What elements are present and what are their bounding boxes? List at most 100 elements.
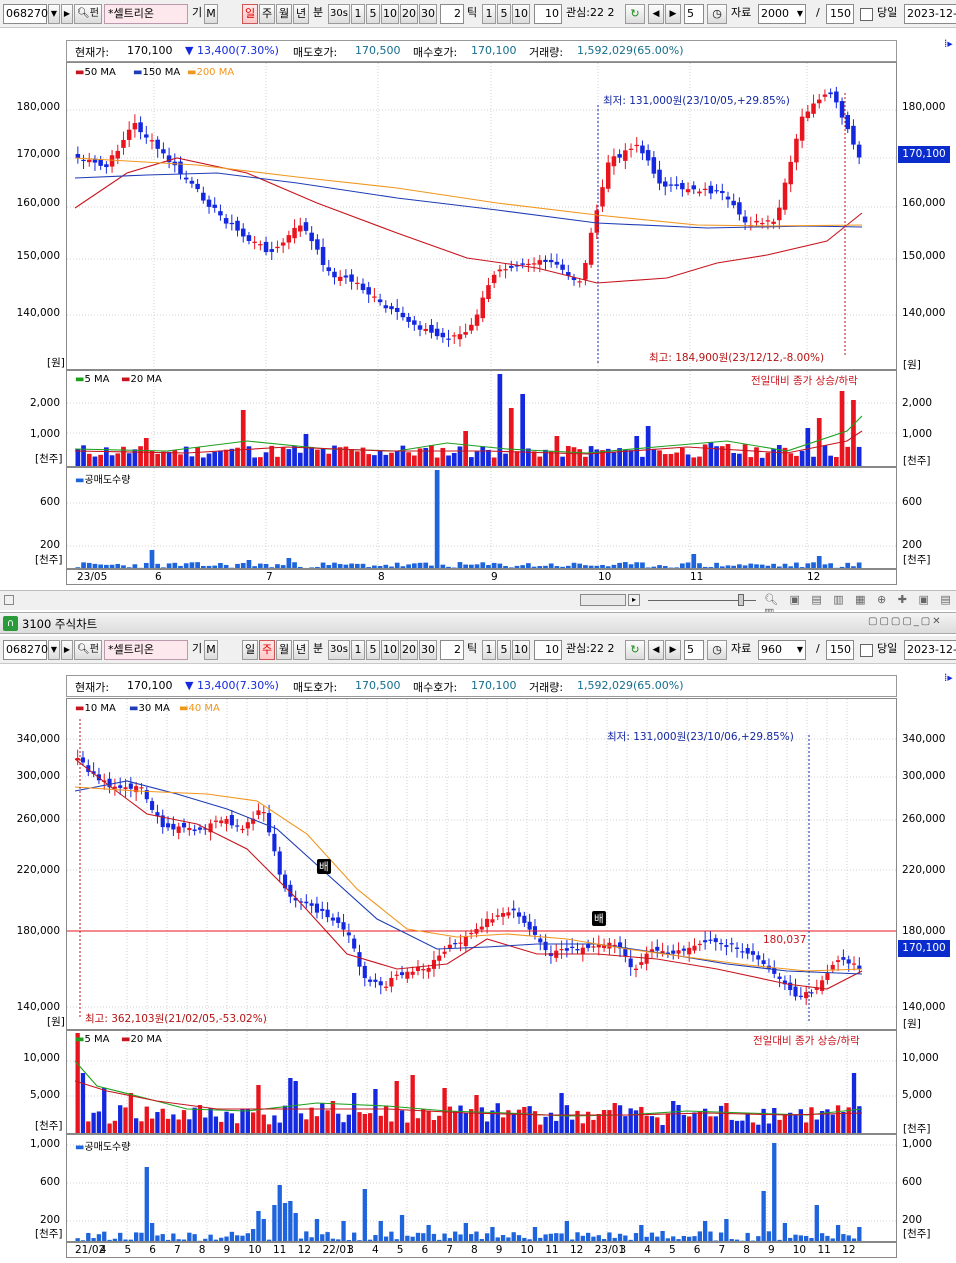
code-dropdown-button[interactable]: ▼ xyxy=(48,4,60,24)
stock-name-field-2[interactable]: *셀트리온 xyxy=(104,640,188,660)
wc-candle-104 xyxy=(628,958,633,968)
ds-bar-82 xyxy=(543,565,548,568)
count-input-2[interactable]: 150 xyxy=(826,640,854,660)
interval-10-2[interactable]: 10 xyxy=(381,640,399,660)
ds-bar-91 xyxy=(594,565,600,568)
dc-candle-121 xyxy=(765,220,771,222)
dv-bar-117 xyxy=(742,444,748,466)
window-controls[interactable]: ▢▢▢▢_▢✕ xyxy=(868,616,943,627)
dc-candle-69 xyxy=(469,324,474,331)
refresh-icon[interactable]: ↻ xyxy=(625,4,645,24)
period-day[interactable]: 일 xyxy=(242,4,258,24)
x-tick-label: 10 xyxy=(520,1244,534,1256)
search-button-2[interactable]: 🔍︎펀 xyxy=(74,640,102,660)
interval-5-2[interactable]: 5 xyxy=(366,640,380,660)
num-input[interactable]: 5 xyxy=(684,4,704,24)
tick-input-2[interactable]: 10 xyxy=(534,4,562,24)
zoom-slider[interactable] xyxy=(738,594,744,606)
period-year-2[interactable]: 년 xyxy=(293,640,309,660)
tick-1[interactable]: 1 xyxy=(482,4,496,24)
period-minute-2[interactable]: 분 xyxy=(312,640,324,660)
clock-icon-2[interactable]: ◷ xyxy=(707,640,727,660)
ws-bar-97 xyxy=(591,1236,596,1241)
search-button[interactable]: 🔍︎펀 xyxy=(74,4,102,24)
interval-5[interactable]: 5 xyxy=(366,4,380,24)
wc-candle-131 xyxy=(772,967,777,974)
scroll-thumb[interactable] xyxy=(580,594,626,606)
period-year[interactable]: 년 xyxy=(293,4,309,24)
next-arrow-icon[interactable]: ▶ xyxy=(665,4,681,24)
refresh-icon-2[interactable]: ↻ xyxy=(625,640,645,660)
period-day-2[interactable]: 일 xyxy=(242,640,258,660)
wc-candle-117 xyxy=(697,943,702,946)
period-week-2[interactable]: 주 xyxy=(259,640,275,660)
prev-arrow-icon[interactable]: ◀ xyxy=(648,4,664,24)
daily-candles-svg xyxy=(67,63,896,369)
interval-30s-2[interactable]: 30s xyxy=(328,640,350,660)
next-button-2[interactable]: ▶ xyxy=(61,640,73,660)
interval-30-2[interactable]: 30 xyxy=(419,640,437,660)
w-sunit-left: [천주] xyxy=(35,1228,63,1240)
ds-bar-134 xyxy=(839,566,845,568)
today-checkbox[interactable] xyxy=(860,8,873,21)
interval-30s[interactable]: 30s xyxy=(328,4,350,24)
next-button[interactable]: ▶ xyxy=(61,4,73,24)
wv-bar-82 xyxy=(511,1113,516,1133)
stock-code-input[interactable]: 068270 xyxy=(3,4,48,24)
dv-bar-53 xyxy=(377,450,383,466)
tick-5[interactable]: 5 xyxy=(497,4,511,24)
ws-bar-137 xyxy=(804,1235,809,1241)
ws-bar-39 xyxy=(282,1203,288,1241)
date-input[interactable]: 2023-12- xyxy=(904,4,956,24)
dc-candle-85 xyxy=(560,264,565,270)
next-arrow-icon-2[interactable]: ▶ xyxy=(665,640,681,660)
date-input-2[interactable]: 2023-12- xyxy=(904,640,956,660)
dv-bar-52 xyxy=(372,455,377,466)
interval-10[interactable]: 10 xyxy=(381,4,399,24)
prev-arrow-icon-2[interactable]: ◀ xyxy=(648,640,664,660)
dv-bar-14 xyxy=(155,453,161,466)
expand-icon-2[interactable]: ⁞▸ xyxy=(944,672,953,684)
dv-bar-74 xyxy=(497,374,503,466)
d-vunit-right: [천주] xyxy=(903,455,931,467)
stock-code-input-2[interactable]: 068270 xyxy=(3,640,48,660)
tick-input[interactable]: 2 xyxy=(440,4,464,24)
wc-candle-138 xyxy=(809,992,814,994)
expand-icon[interactable]: ⁞▸ xyxy=(944,38,953,50)
dv-bar-21 xyxy=(195,447,200,466)
data-count-select-2[interactable]: 960 ▼ xyxy=(758,640,806,660)
wv-bar-3 xyxy=(91,1112,96,1133)
tick-input-b[interactable]: 2 xyxy=(440,640,464,660)
tick-10-b[interactable]: 10 xyxy=(512,640,530,660)
stock-name-field[interactable]: *셀트리온 xyxy=(104,4,188,24)
interval-20-2[interactable]: 20 xyxy=(400,640,418,660)
tick-input-b2[interactable]: 10 xyxy=(534,640,562,660)
period-week[interactable]: 주 xyxy=(259,4,275,24)
interval-20[interactable]: 20 xyxy=(400,4,418,24)
tick-5-b[interactable]: 5 xyxy=(497,640,511,660)
m-button[interactable]: M xyxy=(204,4,218,24)
dv-bar-85 xyxy=(560,456,565,466)
wc-candle-56 xyxy=(373,979,378,982)
data-count-select[interactable]: 2000 ▼ xyxy=(758,4,806,24)
count-input[interactable]: 150 xyxy=(826,4,854,24)
code-dropdown-button-2[interactable]: ▼ xyxy=(48,640,60,660)
ws-bar-49 xyxy=(336,1239,341,1241)
daily-price-panel: ▬50 MA ▬150 MA ▬200 MA 최저: 131,000원(23/1… xyxy=(66,62,897,370)
scroll-right-icon[interactable]: ▸ xyxy=(628,594,640,606)
interval-30[interactable]: 30 xyxy=(419,4,437,24)
num-input-2[interactable]: 5 xyxy=(684,640,704,660)
tick-10[interactable]: 10 xyxy=(512,4,530,24)
period-month[interactable]: 월 xyxy=(276,4,292,24)
today-checkbox-2[interactable] xyxy=(860,644,873,657)
toggle-icon[interactable] xyxy=(4,595,14,605)
period-month-2[interactable]: 월 xyxy=(276,640,292,660)
period-minute[interactable]: 분 xyxy=(312,4,324,24)
interval-1-2[interactable]: 1 xyxy=(351,640,365,660)
interval-1[interactable]: 1 xyxy=(351,4,365,24)
clock-icon[interactable]: ◷ xyxy=(707,4,727,24)
dc-candle-59 xyxy=(412,320,417,325)
ds-bar-117 xyxy=(742,565,748,568)
m-button-2[interactable]: M xyxy=(204,640,218,660)
tick-1-b[interactable]: 1 xyxy=(482,640,496,660)
